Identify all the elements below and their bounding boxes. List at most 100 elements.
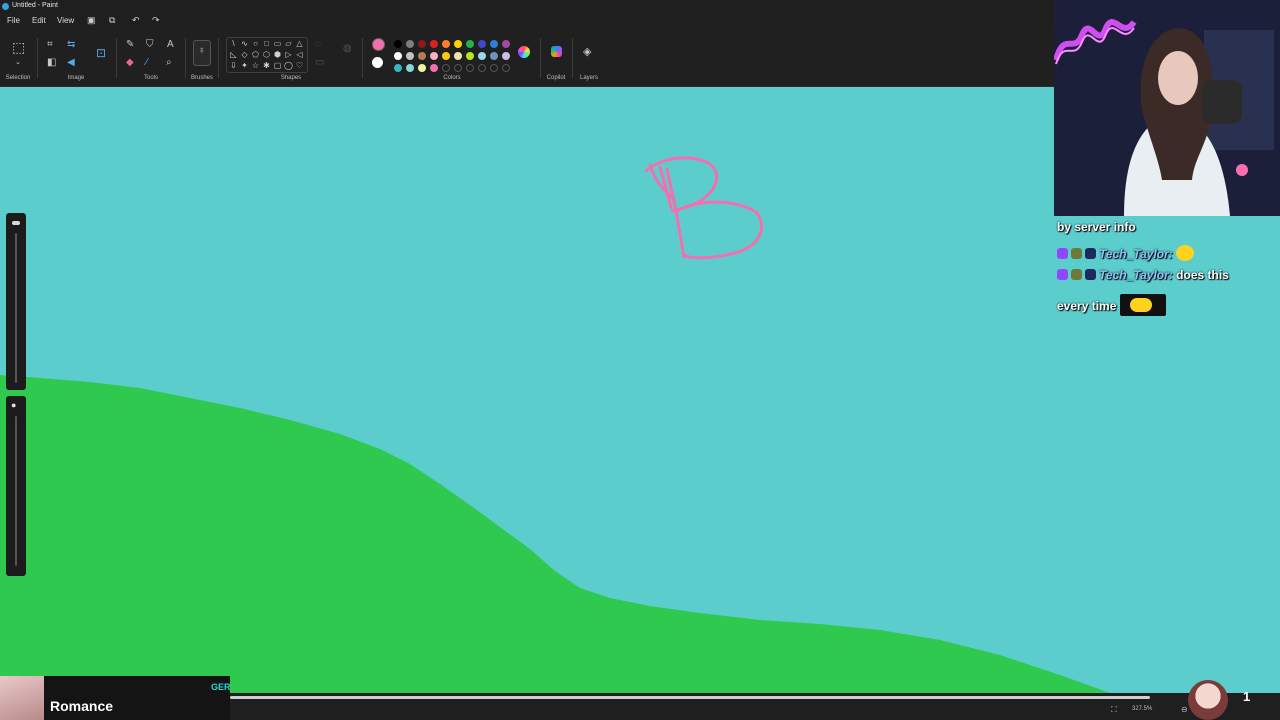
slider-track bbox=[15, 233, 17, 383]
zoom-out-icon[interactable]: ⊖ bbox=[1181, 705, 1188, 714]
shape-option-icon[interactable]: ♡ bbox=[294, 60, 305, 71]
chat-overlay: by server info Tech_Taylor: Tech_Taylor:… bbox=[1054, 216, 1280, 316]
image-select-icon[interactable]: ⊡ bbox=[96, 47, 106, 59]
empty-color-slot[interactable] bbox=[454, 64, 462, 72]
shape-fill-icon[interactable]: ◍ bbox=[343, 44, 352, 54]
chat-message-continued: every time bbox=[1057, 294, 1166, 316]
color-swatch[interactable] bbox=[430, 52, 438, 60]
shape-option-icon[interactable]: ▷ bbox=[283, 49, 294, 60]
color-swatch[interactable] bbox=[466, 52, 474, 60]
color-swatch[interactable] bbox=[406, 64, 414, 72]
color-swatch[interactable] bbox=[394, 40, 402, 48]
shape-option-icon[interactable]: ◺ bbox=[228, 49, 239, 60]
color-swatch[interactable] bbox=[430, 64, 438, 72]
empty-color-slot[interactable] bbox=[502, 64, 510, 72]
color-swatch[interactable] bbox=[406, 40, 414, 48]
shape-option-icon[interactable]: ▢ bbox=[272, 60, 283, 71]
empty-color-slot[interactable] bbox=[478, 64, 486, 72]
shape-option-icon[interactable] bbox=[228, 71, 239, 82]
save-icon[interactable]: ▣ bbox=[87, 15, 96, 26]
shape-option-icon[interactable]: ○ bbox=[250, 38, 261, 49]
color-swatch[interactable] bbox=[490, 40, 498, 48]
text-icon[interactable]: A bbox=[167, 40, 174, 50]
layers-icon[interactable]: ◈ bbox=[583, 47, 591, 58]
color-swatch[interactable] bbox=[502, 52, 510, 60]
crop-icon[interactable]: ⌗ bbox=[47, 40, 53, 50]
shape-option-icon[interactable]: ◁ bbox=[294, 49, 305, 60]
shape-fill-dropdown-icon[interactable]: ▭ bbox=[315, 58, 324, 68]
color-swatch[interactable] bbox=[418, 64, 426, 72]
streamer-camera-image bbox=[1054, 0, 1280, 216]
undo-icon[interactable]: ↶ bbox=[132, 15, 140, 26]
menu-view[interactable]: View bbox=[57, 16, 74, 25]
pencil-icon[interactable]: ✎ bbox=[126, 40, 134, 50]
fill-bucket-icon[interactable]: ⛉ bbox=[146, 40, 154, 50]
empty-color-slot[interactable] bbox=[490, 64, 498, 72]
copilot-icon[interactable] bbox=[551, 46, 562, 57]
color-swatch[interactable] bbox=[418, 52, 426, 60]
shape-option-icon[interactable]: ⬢ bbox=[272, 49, 283, 60]
image-flip-icon[interactable]: ◧ bbox=[47, 58, 56, 68]
magnifier-icon[interactable]: ⌕ bbox=[166, 58, 172, 68]
share-icon[interactable]: ⧉ bbox=[109, 15, 115, 26]
rotate-icon[interactable]: ◀ bbox=[67, 58, 75, 68]
eraser-icon[interactable]: ◆ bbox=[126, 58, 134, 68]
webcam-overlay bbox=[1054, 0, 1280, 216]
shape-option-icon[interactable]: ▭ bbox=[272, 38, 283, 49]
edit-colors-icon[interactable] bbox=[518, 46, 530, 58]
window-title: Untitled - Paint bbox=[12, 2, 58, 9]
shape-option-icon[interactable]: ◯ bbox=[283, 60, 294, 71]
menu-file[interactable]: File bbox=[7, 16, 20, 25]
resize-icon[interactable]: ⇆ bbox=[67, 40, 75, 50]
menu-edit[interactable]: Edit bbox=[32, 16, 46, 25]
shape-option-icon[interactable] bbox=[261, 71, 272, 82]
primary-color-swatch[interactable] bbox=[372, 38, 385, 51]
color-swatch[interactable] bbox=[454, 40, 462, 48]
color-swatch[interactable] bbox=[406, 52, 414, 60]
badge-icon bbox=[1071, 248, 1082, 259]
horizontal-scrollbar[interactable] bbox=[230, 696, 1150, 699]
brush-size-handle[interactable] bbox=[12, 221, 20, 225]
shape-option-icon[interactable]: ⬡ bbox=[261, 49, 272, 60]
color-swatch[interactable] bbox=[478, 52, 486, 60]
empty-color-slot[interactable] bbox=[466, 64, 474, 72]
shape-option-icon[interactable]: ✱ bbox=[261, 60, 272, 71]
shape-option-icon[interactable]: △ bbox=[294, 38, 305, 49]
color-picker-icon[interactable]: ⁄ bbox=[146, 58, 148, 68]
chevron-down-icon[interactable]: ⌄ bbox=[15, 58, 21, 68]
shape-option-icon[interactable]: ⬠ bbox=[250, 49, 261, 60]
color-swatch[interactable] bbox=[466, 40, 474, 48]
shape-option-icon[interactable] bbox=[250, 71, 261, 82]
shape-option-icon[interactable]: ✦ bbox=[239, 60, 250, 71]
shape-option-icon[interactable]: ⇩ bbox=[228, 60, 239, 71]
color-swatch[interactable] bbox=[442, 40, 450, 48]
color-swatch[interactable] bbox=[418, 40, 426, 48]
shape-option-icon[interactable]: ∿ bbox=[239, 38, 250, 49]
shape-option-icon[interactable]: \ bbox=[228, 38, 239, 49]
color-swatch[interactable] bbox=[454, 52, 462, 60]
color-swatch[interactable] bbox=[430, 40, 438, 48]
brush-selector[interactable]: ♁ bbox=[193, 40, 211, 66]
fit-to-window-icon[interactable]: ⛶ bbox=[1111, 705, 1117, 715]
secondary-color-swatch[interactable] bbox=[372, 57, 383, 68]
color-swatch[interactable] bbox=[478, 40, 486, 48]
outline-icon[interactable]: ◌ bbox=[315, 40, 321, 50]
shape-option-icon[interactable]: □ bbox=[261, 38, 272, 49]
color-swatch[interactable] bbox=[490, 52, 498, 60]
genre-tag: GER bbox=[211, 682, 231, 692]
color-swatch[interactable] bbox=[442, 52, 450, 60]
group-label-brushes: Brushes bbox=[190, 75, 214, 81]
empty-color-slot[interactable] bbox=[442, 64, 450, 72]
shape-option-icon[interactable]: ▱ bbox=[283, 38, 294, 49]
color-swatch[interactable] bbox=[394, 64, 402, 72]
selection-rectangle-icon[interactable]: ⬚ bbox=[12, 40, 25, 54]
color-swatch[interactable] bbox=[502, 40, 510, 48]
opacity-slider[interactable]: ● bbox=[6, 396, 26, 576]
redo-icon[interactable]: ↷ bbox=[152, 15, 160, 26]
color-swatch[interactable] bbox=[394, 52, 402, 60]
shape-option-icon[interactable]: ☆ bbox=[250, 60, 261, 71]
brush-size-slider[interactable] bbox=[6, 213, 26, 390]
chat-message: Tech_Taylor: does this bbox=[1057, 268, 1229, 282]
shape-option-icon[interactable]: ◇ bbox=[239, 49, 250, 60]
shape-option-icon[interactable] bbox=[239, 71, 250, 82]
